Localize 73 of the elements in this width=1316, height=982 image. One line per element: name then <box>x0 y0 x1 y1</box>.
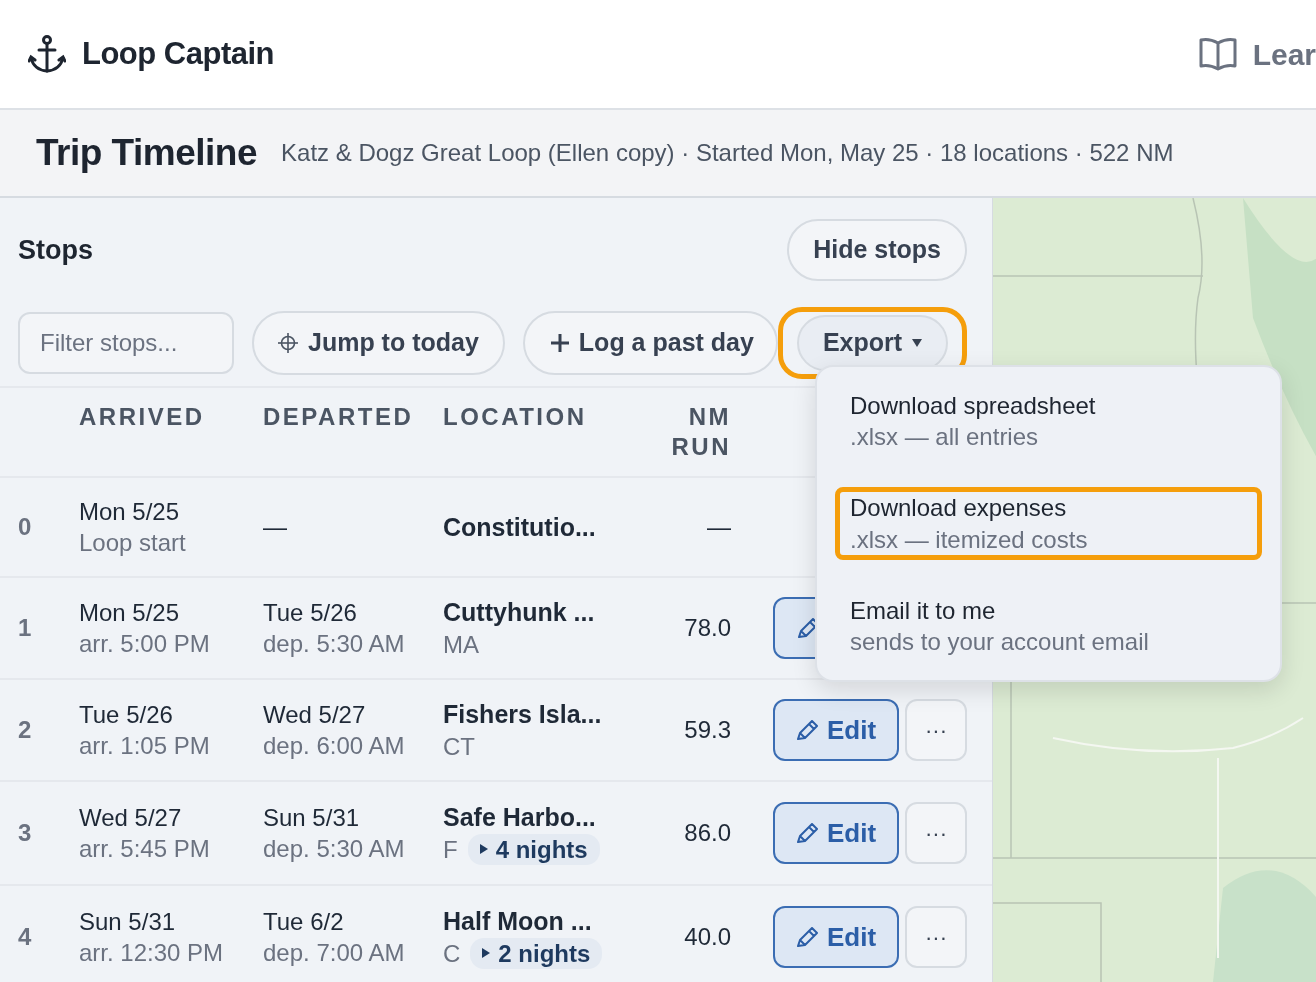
book-icon <box>1198 37 1237 71</box>
location-name: Cuttyhunk ... <box>443 597 596 629</box>
more-button[interactable]: ··· <box>905 699 967 761</box>
arrival-date: Tue 5/26 <box>79 699 174 730</box>
trip-summary: Katz & Dogz Great Loop (Ellen copy) · Started Mon, May 25 · 18 locations · 522 NM <box>281 138 1174 168</box>
arrival-note: arr. 5:00 PM <box>79 629 211 659</box>
edit-button[interactable]: Edit <box>773 802 899 864</box>
arrival-date: Mon 5/25 <box>79 496 181 527</box>
departure-time: dep. 5:30 AM <box>263 629 406 659</box>
departure-date: Wed 5/27 <box>263 699 367 730</box>
edit-button[interactable]: Edit <box>773 906 899 968</box>
location-name: Constitutio... <box>443 511 597 543</box>
row-number: 3 <box>18 818 33 848</box>
column-header: ARRIVED <box>79 402 206 432</box>
arrival-date: Wed 5/27 <box>79 802 183 833</box>
arrival-note: arr. 1:05 PM <box>79 731 211 761</box>
pencil-icon <box>795 926 819 948</box>
arrival-note: Loop start <box>79 528 187 558</box>
row-number: 2 <box>18 715 33 745</box>
section-heading: Stops <box>18 233 93 267</box>
column-header: DEPARTED <box>263 402 415 432</box>
edit-button[interactable]: Edit <box>773 699 899 761</box>
location-state: CT <box>443 731 475 762</box>
pencil-icon <box>795 822 819 844</box>
distance-value: 86.0 <box>683 818 731 849</box>
departure-time: dep. 6:00 AM <box>263 731 406 761</box>
arrival-date: Mon 5/25 <box>79 597 181 628</box>
nights-toggle[interactable]: 2 nights <box>470 937 603 969</box>
page-title: Trip Timeline <box>36 130 258 175</box>
jump-to-today-button[interactable]: Jump to today <box>252 311 505 375</box>
menu-item[interactable]: Download spreadsheet .xlsx — all entries <box>835 385 1262 458</box>
departure-date: Sun 5/31 <box>263 802 361 833</box>
plus-icon <box>550 334 569 352</box>
menu-item[interactable]: Download expenses .xlsx — itemized costs <box>835 487 1262 560</box>
distance-value: 59.3 <box>683 715 731 746</box>
departure-time: dep. 7:00 AM <box>263 938 406 968</box>
location-state: F <box>443 834 458 865</box>
arrival-note: arr. 12:30 PM <box>79 938 225 968</box>
filter-field[interactable]: Filter stops... <box>18 312 234 374</box>
departure-time: dep. 5:30 AM <box>263 834 406 864</box>
distance-value: — <box>706 512 731 543</box>
location-name: Half Moon ... <box>443 906 593 938</box>
log-past-day-button[interactable]: Log a past day <box>522 311 778 375</box>
row-number: 0 <box>18 512 33 542</box>
row-number: 1 <box>18 613 33 643</box>
location-state: MA <box>443 629 479 660</box>
more-button[interactable]: ··· <box>905 802 967 864</box>
more-button[interactable]: ··· <box>905 906 967 968</box>
location-state: C <box>443 938 461 969</box>
column-header: LOCATION <box>443 402 588 432</box>
arrival-date: Sun 5/31 <box>79 906 177 937</box>
export-button[interactable]: Export <box>796 315 949 371</box>
departure-date: — <box>263 512 288 543</box>
triangle-icon <box>479 844 488 855</box>
departure-date: Tue 6/2 <box>263 906 345 937</box>
hide-stops-button[interactable]: Hide stops <box>787 219 967 281</box>
anchor-icon <box>28 34 66 74</box>
nav-link[interactable]: Lear <box>1252 31 1316 77</box>
column-header: NM RUN <box>670 402 731 462</box>
distance-value: 78.0 <box>683 613 731 644</box>
menu-item[interactable]: Email it to me sends to your account email <box>835 589 1262 663</box>
pencil-icon <box>795 719 819 741</box>
departure-date: Tue 5/26 <box>263 597 358 628</box>
brand-name[interactable]: Loop Captain <box>82 30 275 78</box>
crosshair-icon <box>278 333 298 353</box>
arrival-note: arr. 5:45 PM <box>79 834 211 864</box>
distance-value: 40.0 <box>683 922 731 953</box>
nights-toggle[interactable]: 4 nights <box>467 833 600 865</box>
location-name: Safe Harbo... <box>443 802 597 834</box>
triangle-icon <box>482 948 491 959</box>
caret-icon <box>912 339 923 347</box>
row-number: 4 <box>18 922 33 952</box>
location-name: Fishers Isla... <box>443 699 603 731</box>
